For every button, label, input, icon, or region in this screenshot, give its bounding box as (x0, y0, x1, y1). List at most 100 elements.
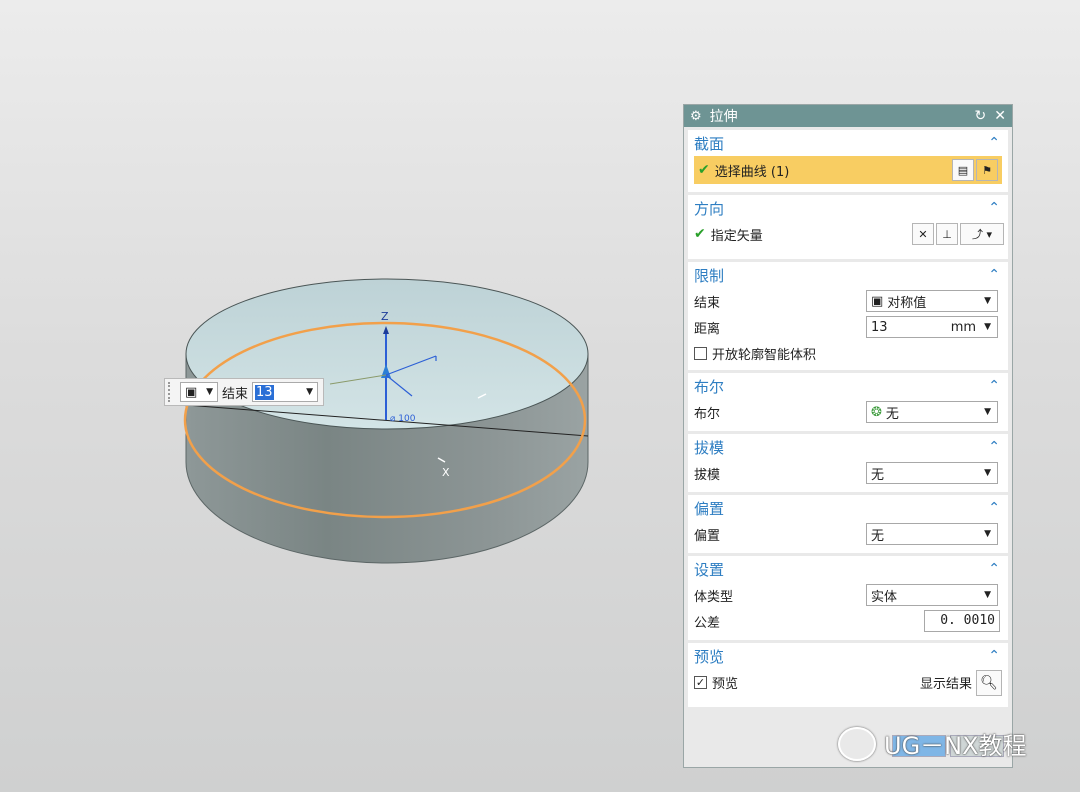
end-dropdown[interactable]: ▣ 对称值 ▼ (866, 290, 998, 312)
open-profile-row[interactable]: 开放轮廓智能体积 (688, 340, 1008, 366)
drag-handle[interactable] (168, 382, 176, 402)
body-type-value: 实体 (871, 589, 898, 605)
preview-header[interactable]: 预览 ⌃ (688, 643, 1008, 669)
boolean-label: 布尔 (694, 406, 721, 422)
chevron-down-icon: ▼ (984, 407, 991, 417)
collapse-icon[interactable]: ⌃ (988, 439, 1000, 455)
draft-label: 拔模 (694, 467, 721, 483)
chevron-down-icon: ▼ (306, 387, 314, 397)
reset-icon[interactable]: ↻ (975, 108, 987, 124)
limits-header[interactable]: 限制 ⌃ (688, 262, 1008, 288)
settings-title: 设置 (694, 560, 725, 579)
gear-icon[interactable]: ⚙ (690, 109, 702, 124)
boolean-dropdown[interactable]: ❂ 无 ▼ (866, 401, 998, 423)
chevron-down-icon: ▼ (984, 529, 991, 539)
section-header[interactable]: 截面 ⌃ (688, 130, 1008, 156)
wechat-logo-icon (838, 726, 876, 761)
tolerance-row: 公差 0. 0010 (688, 608, 1008, 634)
tolerance-input[interactable]: 0. 0010 (924, 610, 1000, 632)
chevron-down-icon: ▼ (984, 468, 991, 478)
body-type-dropdown[interactable]: 实体 ▼ (866, 584, 998, 606)
open-profile-checkbox[interactable] (694, 346, 707, 360)
chevron-down-icon: ▼ (984, 590, 991, 600)
specify-vector-row[interactable]: ✔ 指定矢量 ✕ ⊥ ⤴ ▾ (688, 221, 1008, 247)
dialog-title-bar[interactable]: ⚙ 拉伸 ↻ ✕ (684, 105, 1012, 127)
extrude-dialog: ⚙ 拉伸 ↻ ✕ 截面 ⌃ ✔ 选择曲线 (1) ▤ ⚑ 方向 ⌃ ✔ 指定矢量 (683, 104, 1013, 768)
limits-group: 限制 ⌃ 结束 ▣ 对称值 ▼ 距离 13 mm ▼ 开放轮廓智能体积 (688, 262, 1008, 370)
checkmark-icon: ✔ (698, 162, 710, 178)
end-option-dropdown[interactable]: ▣ ▼ (180, 382, 218, 402)
distance-label: 距离 (694, 321, 721, 337)
preview-checkbox[interactable]: ✓ (694, 675, 707, 689)
offset-header[interactable]: 偏置 ⌃ (688, 495, 1008, 521)
distance-row: 距离 13 mm ▼ (688, 314, 1008, 340)
reverse-direction-icon[interactable]: ✕ (912, 223, 934, 245)
end-label: 结束 (694, 295, 721, 311)
vector-type-icon[interactable]: ⤴ ▾ (960, 223, 1004, 245)
open-profile-label: 开放轮廓智能体积 (712, 347, 817, 363)
collapse-icon[interactable]: ⌃ (988, 267, 1000, 283)
unite-icon: ❂ (871, 404, 882, 420)
offset-label: 偏置 (694, 528, 721, 544)
section-title: 截面 (694, 134, 725, 153)
watermark-text: UG－NX教程 (884, 732, 1027, 760)
watermark: UG－NX教程 (838, 726, 1027, 761)
preview-group: 预览 ⌃ ✓ 预览 显示结果 🔍︎ (688, 643, 1008, 707)
collapse-icon[interactable]: ⌃ (988, 135, 1000, 151)
end-row: 结束 ▣ 对称值 ▼ (688, 288, 1008, 314)
offset-group: 偏置 ⌃ 偏置 无 ▼ (688, 495, 1008, 553)
select-curve-label: 选择曲线 (1) (714, 164, 790, 180)
chevron-down-icon: ▼ (984, 296, 991, 306)
close-icon[interactable]: ✕ (994, 108, 1006, 124)
section-group: 截面 ⌃ ✔ 选择曲线 (1) ▤ ⚑ (688, 130, 1008, 192)
boolean-header[interactable]: 布尔 ⌃ (688, 373, 1008, 399)
chevron-down-icon: ▼ (984, 322, 991, 332)
draft-dropdown[interactable]: 无 ▼ (866, 462, 998, 484)
triad-z-label: Z (381, 310, 389, 323)
body-type-label: 体类型 (694, 589, 734, 605)
end-value-text: 13 (255, 384, 274, 400)
boolean-title: 布尔 (694, 377, 725, 396)
triad-x-label: X (442, 466, 450, 479)
select-curve-row[interactable]: ✔ 选择曲线 (1) ▤ ⚑ (694, 156, 1002, 184)
specify-vector-label: 指定矢量 (710, 228, 763, 244)
dialog-title: 拉伸 (709, 109, 738, 125)
checkmark-icon: ✔ (694, 226, 706, 242)
draft-header[interactable]: 拔模 ⌃ (688, 434, 1008, 460)
diameter-label: ⌀ 100 (390, 414, 416, 424)
distance-value: 13 (871, 319, 888, 335)
collapse-icon[interactable]: ⌃ (988, 200, 1000, 216)
end-value-input[interactable]: 13 ▼ (252, 382, 319, 402)
distance-unit[interactable]: mm (951, 320, 976, 335)
direction-header[interactable]: 方向 ⌃ (688, 195, 1008, 221)
settings-group: 设置 ⌃ 体类型 实体 ▼ 公差 0. 0010 (688, 556, 1008, 640)
offset-value: 无 (871, 528, 885, 544)
direction-title: 方向 (694, 199, 725, 218)
chevron-down-icon: ▼ (206, 387, 213, 397)
curve-rule-icon[interactable]: ▤ (952, 159, 974, 181)
boolean-row: 布尔 ❂ 无 ▼ (688, 399, 1008, 425)
settings-header[interactable]: 设置 ⌃ (688, 556, 1008, 582)
vector-constructor-icon[interactable]: ⊥ (936, 223, 958, 245)
tolerance-label: 公差 (694, 615, 721, 631)
preview-title: 预览 (694, 647, 725, 666)
distance-input[interactable]: 13 mm ▼ (866, 316, 998, 338)
offset-row: 偏置 无 ▼ (688, 521, 1008, 547)
offset-title: 偏置 (694, 499, 725, 518)
boolean-group: 布尔 ⌃ 布尔 ❂ 无 ▼ (688, 373, 1008, 431)
preview-label: 预览 (712, 676, 739, 692)
draft-group: 拔模 ⌃ 拔模 无 ▼ (688, 434, 1008, 492)
sketch-section-icon[interactable]: ⚑ (976, 159, 998, 181)
solid-body-icon: ▣ (871, 293, 884, 309)
offset-dropdown[interactable]: 无 ▼ (866, 523, 998, 545)
collapse-icon[interactable]: ⌃ (988, 561, 1000, 577)
end-label: 结束 (222, 386, 249, 402)
direction-group: 方向 ⌃ ✔ 指定矢量 ✕ ⊥ ⤴ ▾ (688, 195, 1008, 259)
collapse-icon[interactable]: ⌃ (988, 648, 1000, 664)
solid-body-icon: ▣ (185, 384, 198, 400)
body-type-row: 体类型 实体 ▼ (688, 582, 1008, 608)
collapse-icon[interactable]: ⌃ (988, 378, 1000, 394)
magnifier-icon[interactable]: 🔍︎ (976, 670, 1002, 696)
draft-value: 无 (871, 467, 885, 483)
collapse-icon[interactable]: ⌃ (988, 500, 1000, 516)
